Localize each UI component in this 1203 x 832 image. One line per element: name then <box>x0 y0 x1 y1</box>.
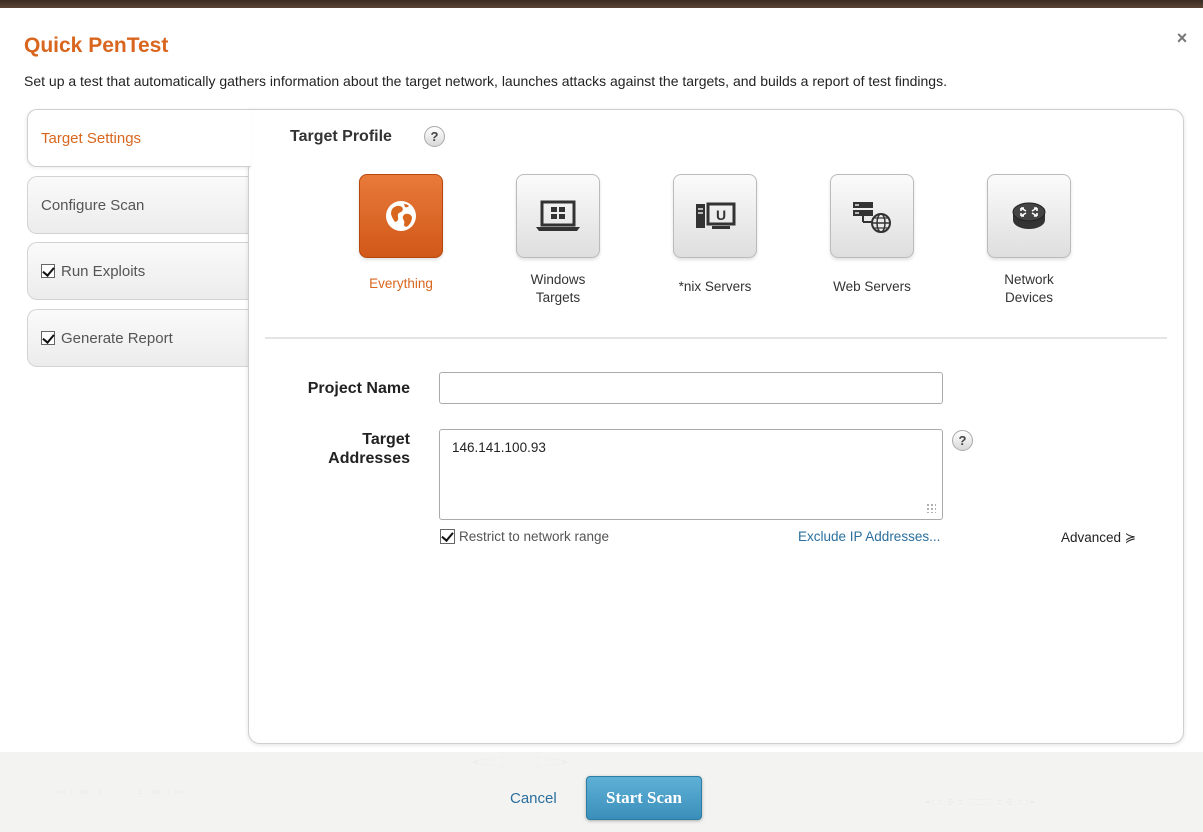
target-addresses-input[interactable]: 146.141.100.93 <box>439 429 943 520</box>
project-name-input[interactable] <box>439 372 943 404</box>
tab-run-exploits[interactable]: Run Exploits <box>27 242 249 300</box>
resize-grip-icon[interactable] <box>926 503 936 513</box>
run-exploits-checkbox[interactable] <box>41 264 55 278</box>
profile-windows-targets[interactable]: Windows Targets <box>503 174 613 307</box>
generate-report-checkbox[interactable] <box>41 331 55 345</box>
exclude-ip-addresses-link[interactable]: Exclude IP Addresses... <box>798 529 940 544</box>
restrict-checkbox[interactable] <box>440 529 455 544</box>
dialog-title: Quick PenTest <box>24 34 169 57</box>
profile-tile <box>987 174 1071 258</box>
tab-configure-scan[interactable]: Configure Scan <box>27 176 249 234</box>
profile-web-servers[interactable]: Web Servers <box>817 174 927 296</box>
profile-label: Web Servers <box>833 279 911 294</box>
target-profile-help-icon[interactable]: ? <box>424 126 445 147</box>
target-settings-panel: Target Profile ? Everything Windows Targ… <box>248 109 1184 744</box>
dialog-description: Set up a test that automatically gathers… <box>24 73 947 89</box>
profile-label: Everything <box>369 276 433 291</box>
close-icon[interactable]: × <box>1172 28 1192 48</box>
cancel-button[interactable]: Cancel <box>510 790 557 807</box>
windows-laptop-icon <box>536 200 580 231</box>
target-addresses-help-icon[interactable]: ? <box>952 430 973 451</box>
profile-label: Windows Targets <box>530 272 586 305</box>
profile-tile <box>830 174 914 258</box>
start-scan-button[interactable]: Start Scan <box>586 776 702 820</box>
profile-everything[interactable]: Everything <box>346 174 456 293</box>
profile-tile: U <box>673 174 757 258</box>
profile-network-devices[interactable]: Network Devices <box>974 174 1084 307</box>
restrict-label: Restrict to network range <box>459 529 610 544</box>
profile-nix-servers[interactable]: U *nix Servers <box>660 174 770 296</box>
advanced-toggle[interactable]: Advanced ≽ <box>1061 530 1136 546</box>
web-server-icon <box>853 202 891 233</box>
tab-label: Run Exploits <box>61 262 146 280</box>
profile-tile <box>516 174 600 258</box>
target-addresses-value: 146.141.100.93 <box>452 440 546 455</box>
target-profile-title: Target Profile <box>290 128 392 145</box>
svg-text:U: U <box>716 207 726 223</box>
tab-label: Configure Scan <box>41 196 145 214</box>
profile-label: *nix Servers <box>678 279 752 294</box>
router-icon <box>1012 202 1046 229</box>
profile-tile <box>359 174 443 258</box>
tab-generate-report[interactable]: Generate Report <box>27 309 249 367</box>
globe-icon <box>386 201 416 231</box>
tab-label: Generate Report <box>61 329 173 347</box>
window-top-bar <box>0 0 1203 8</box>
profile-label: Network Devices <box>1004 272 1054 305</box>
unix-server-icon: U <box>696 202 736 229</box>
tab-target-settings[interactable]: Target Settings <box>27 109 251 167</box>
target-addresses-label: Target Addresses <box>328 431 410 467</box>
restrict-network-range[interactable]: Restrict to network range <box>440 529 609 544</box>
section-divider <box>265 337 1167 339</box>
project-name-label: Project Name <box>307 380 410 397</box>
tab-label: Target Settings <box>41 129 142 147</box>
